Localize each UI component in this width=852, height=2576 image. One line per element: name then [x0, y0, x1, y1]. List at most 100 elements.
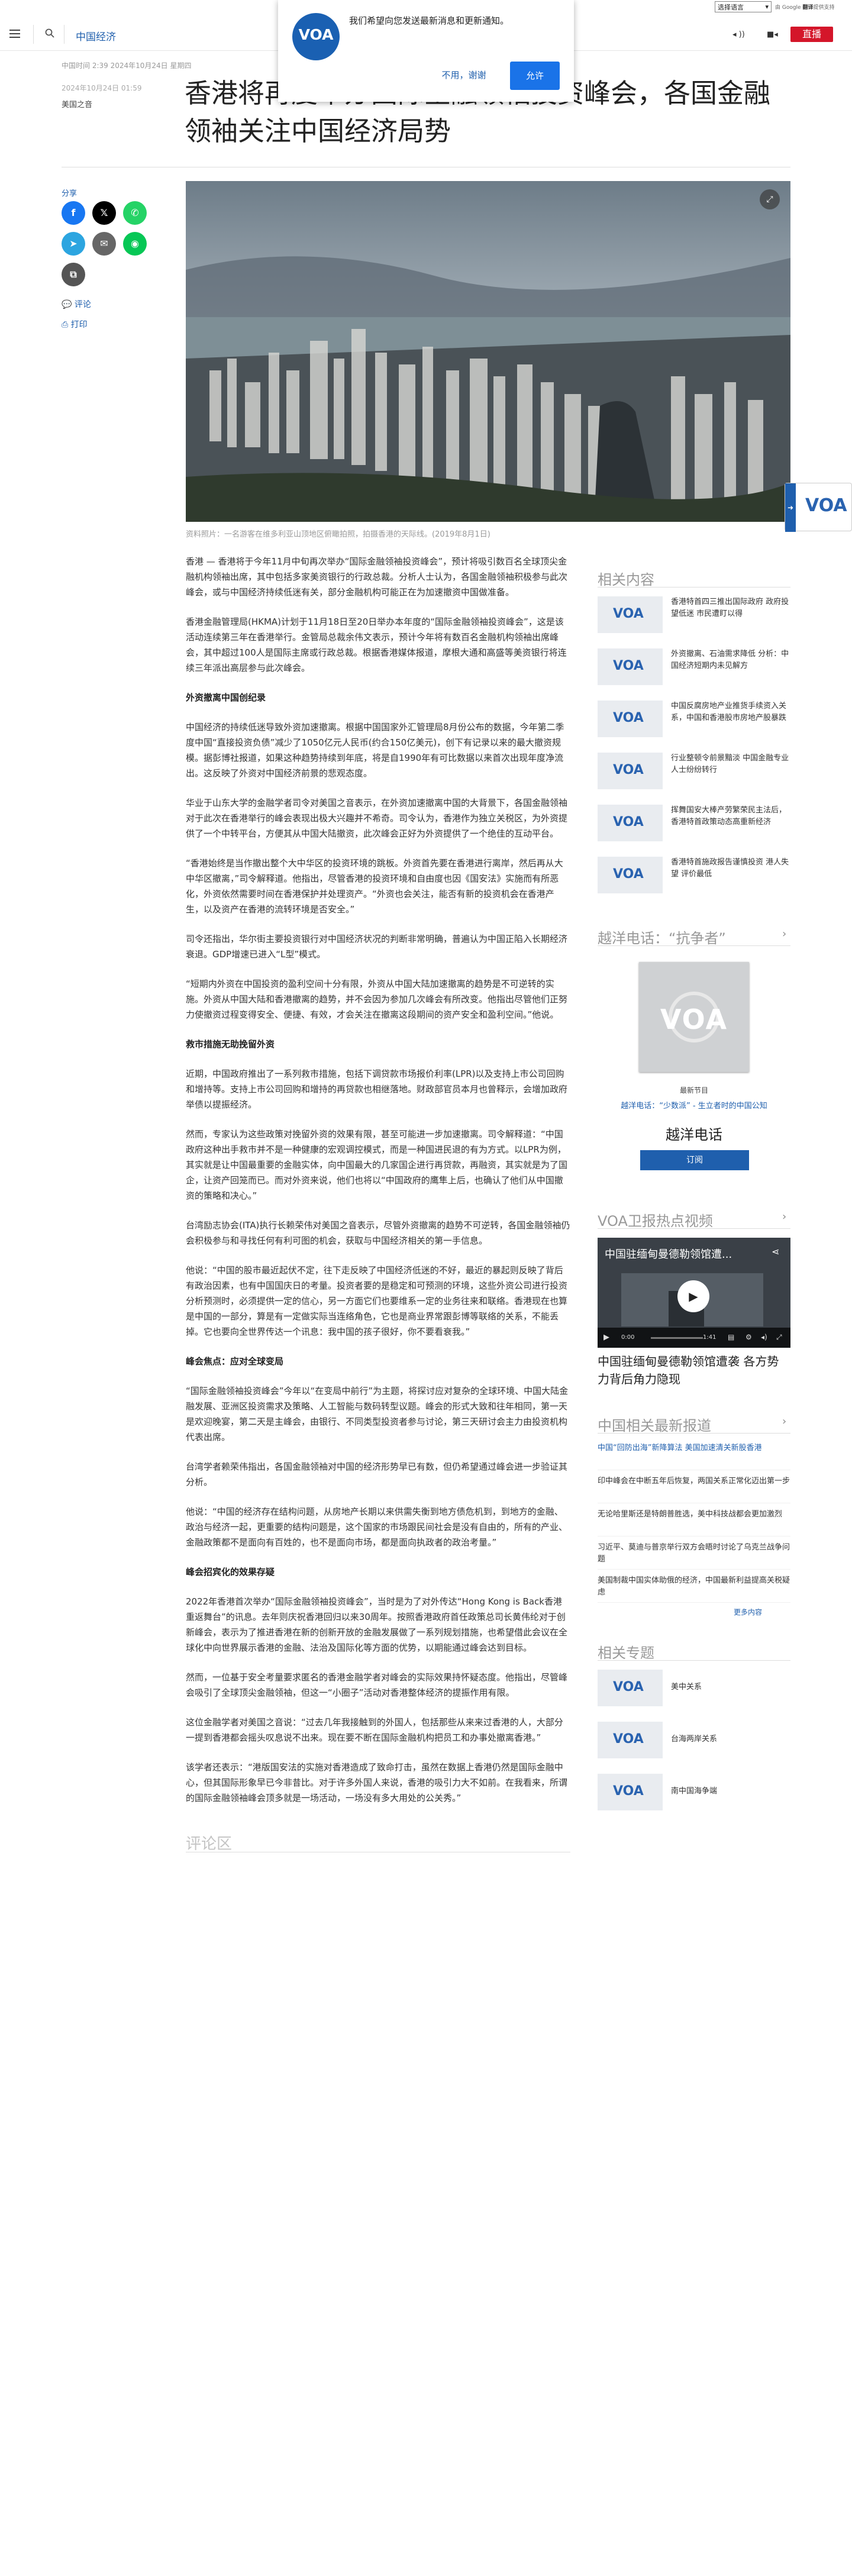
- chevron-right-icon[interactable]: ›: [782, 928, 786, 940]
- language-select[interactable]: 选择语言 ▾: [715, 1, 772, 12]
- x-share-button[interactable]: 𝕏: [92, 201, 116, 225]
- section-heading: 救市措施无助挽留外资: [186, 1039, 275, 1050]
- video-caption[interactable]: 中国驻缅甸曼德勒领馆遭袭 各方势力背后角力隐现: [598, 1352, 790, 1388]
- paragraph: 该学者还表示：“港版国安法的实施对香港造成了致命打击，虽然在数据上香港仍然是国际…: [186, 1762, 568, 1803]
- floating-share-widget[interactable]: ➜ VOA: [785, 483, 852, 532]
- whatsapp-icon: ✆: [131, 207, 139, 218]
- video-divider: [598, 1228, 790, 1229]
- thumbnail: VOA: [598, 857, 663, 893]
- progress-track[interactable]: [651, 1337, 703, 1339]
- cc-icon[interactable]: ▤: [728, 1333, 734, 1341]
- print-link-label: 打印: [70, 320, 88, 330]
- related-item-title: 香港特首四三推出国际政府 政府投望低迷 市民遭盯以得: [671, 598, 789, 618]
- settings-icon[interactable]: ⚙: [746, 1333, 752, 1341]
- related-item-title: 外资撤离、石油需求降低 分析：中国经济短期内未见解方: [671, 650, 789, 670]
- voa-logo: VOA: [613, 1784, 644, 1799]
- search-icon[interactable]: [45, 28, 54, 38]
- paragraph: 这位金融学者对美国之音说：“过去几年我接触到的外国人，包括那些从来来过香港的人，…: [186, 1717, 563, 1743]
- related-item[interactable]: VOA 挥舞国安大棒产劳繁荣民主法后，香港特首政策动态高重新经济: [598, 805, 790, 847]
- live-button[interactable]: 直播: [790, 27, 833, 42]
- video-controls: ▶ 0:00 1:41 ▤ ⚙ ◂) ⤢: [598, 1328, 790, 1348]
- share-label: 分享: [62, 189, 78, 198]
- podcast-heading[interactable]: 越洋电话：“抗争者”: [598, 927, 726, 947]
- thumbnail: VOA: [598, 805, 663, 841]
- topic-item[interactable]: VOA 南中国海争端: [598, 1774, 790, 1816]
- menu-icon[interactable]: [9, 30, 20, 38]
- video-icon[interactable]: ■◂: [767, 30, 778, 39]
- podcast-divider: [598, 945, 790, 946]
- line-share-button[interactable]: ◉: [123, 232, 147, 256]
- related-item[interactable]: VOA 中国反腐房地产业推货手续资入关系，中国和香港股市房地产股暴跌: [598, 701, 790, 743]
- thumbnail: VOA: [598, 701, 663, 737]
- article-body: 香港 — 香港将于今年11月中旬再次举办“国际金融领袖投资峰会”，预计将吸引数百…: [186, 554, 570, 1820]
- play-icon[interactable]: ▶: [677, 1280, 709, 1312]
- share-icon[interactable]: ⋖: [772, 1246, 779, 1257]
- related-item[interactable]: VOA 外资撤离、石油需求降低 分析：中国经济短期内未见解方: [598, 648, 790, 691]
- video-player[interactable]: 中国驻缅甸曼德勒领馆遭... ⋖ ▶ ▶ 0:00 1:41 ▤ ⚙ ◂) ⤢: [598, 1238, 790, 1348]
- news-item[interactable]: 中国“回防出海”新降算法 美国加速清关新股香港: [598, 1442, 790, 1454]
- podcast-latest-label: 最新节目: [679, 1086, 708, 1095]
- news-item[interactable]: 印中峰会在中断五年后恢复，两国关系正常化迈出第一步: [598, 1476, 790, 1487]
- header-divider: [33, 25, 34, 44]
- thumbnail: VOA: [598, 648, 663, 685]
- chevron-right-icon[interactable]: ›: [782, 1210, 786, 1223]
- news-item[interactable]: 美国制裁中国实体助俄的经济，中国最新利益提高关税疑虑: [598, 1575, 790, 1599]
- more-link[interactable]: 更多内容: [734, 1607, 762, 1617]
- fullscreen-icon: ⤢: [766, 195, 773, 204]
- paragraph: “短期内外资在中国投资的盈利空间十分有限，外资从中国大陆加速撤离的趋势是不可逆转…: [186, 979, 568, 1020]
- news-divider: [598, 1602, 790, 1603]
- paragraph: 他说：“中国的股市最近起伏不定，往下走反映了中国经济低迷的不好，最近的暴起则反映…: [186, 1265, 568, 1337]
- news-item[interactable]: 无论哈里斯还是特朗普胜选，美中科技战都会更加激烈: [598, 1509, 790, 1521]
- print-icon: ⎙: [62, 320, 71, 330]
- expand-image-button[interactable]: ⤢: [760, 189, 780, 209]
- paragraph: 近期，中国政府推出了一系列救市措施，包括下调贷款市场报价利率(LPR)以及支持上…: [186, 1069, 568, 1110]
- podcast-episode-link[interactable]: 越洋电话：“少数派” - 生立者时的中国公知: [598, 1099, 790, 1111]
- whatsapp-share-button[interactable]: ✆: [123, 201, 147, 225]
- decline-button[interactable]: 不用，谢谢: [434, 66, 493, 84]
- related-item[interactable]: VOA 行业整顿令前景黯淡 中国金融专业人士纷纷转行: [598, 753, 790, 795]
- thumbnail: VOA: [598, 1774, 663, 1810]
- topic-title: 南中国海争端: [671, 1787, 718, 1796]
- telegram-share-button[interactable]: ➤: [62, 232, 85, 256]
- facebook-share-button[interactable]: f: [62, 201, 85, 225]
- voa-logo: VOA: [292, 13, 340, 60]
- comment-icon: 💬: [62, 300, 75, 309]
- voa-logo: VOA: [660, 1003, 728, 1035]
- voa-logo: VOA: [613, 763, 644, 777]
- email-icon: ✉: [100, 238, 108, 249]
- email-share-button[interactable]: ✉: [92, 232, 116, 256]
- section-link[interactable]: 中国经济: [76, 28, 116, 43]
- podcast-cover[interactable]: VOA: [639, 962, 749, 1072]
- comments-link[interactable]: 💬 评论: [62, 298, 91, 310]
- chevron-right-icon[interactable]: ›: [782, 1415, 786, 1428]
- copy-link-button[interactable]: ⧉: [62, 263, 85, 286]
- play-small-icon[interactable]: ▶: [604, 1333, 609, 1342]
- topic-item[interactable]: VOA 台海两岸关系: [598, 1722, 790, 1764]
- fullscreen-icon[interactable]: ⤢: [776, 1333, 782, 1342]
- section-heading: 峰会招宾化的效果存疑: [186, 1567, 275, 1577]
- thumbnail: VOA: [598, 596, 663, 633]
- video-heading[interactable]: VOA卫报热点视频: [598, 1209, 713, 1230]
- subscribe-button[interactable]: 订阅: [640, 1150, 749, 1170]
- related-item[interactable]: VOA 香港特首四三推出国际政府 政府投望低迷 市民遭盯以得: [598, 596, 790, 639]
- related-item[interactable]: VOA 香港特首施政报告谨慎投资 港人失望 评价最低: [598, 857, 790, 899]
- audio-icon[interactable]: ◂ )): [732, 30, 745, 39]
- arrow-right-icon[interactable]: ➜: [785, 483, 796, 532]
- paragraph: 香港金融管理局(HKMA)计划于11月18日至20日举办本年度的“国际金融领袖投…: [186, 616, 567, 673]
- topic-title: 台海两岸关系: [671, 1735, 718, 1744]
- news-heading[interactable]: 中国相关最新报道: [598, 1414, 711, 1435]
- comments-heading: 评论区: [186, 1835, 233, 1853]
- popup-message: 我们希望向您发送最新消息和更新通知。: [349, 15, 509, 26]
- print-link[interactable]: ⎙ 打印: [62, 318, 88, 330]
- voa-logo: VOA: [613, 1732, 644, 1747]
- news-item[interactable]: 习近平、莫迪与普京举行双方会晤时讨论了乌克兰战争问题: [598, 1542, 790, 1565]
- related-item-title: 中国反腐房地产业推货手续资入关系，中国和香港股市房地产股暴跌: [671, 702, 787, 722]
- related-item-title: 香港特首施政报告谨慎投资 港人失望 评价最低: [671, 858, 789, 879]
- accept-button[interactable]: 允许: [510, 62, 560, 90]
- x-icon: 𝕏: [100, 207, 108, 218]
- topic-item[interactable]: VOA 美中关系: [598, 1670, 790, 1712]
- paragraph: 华业于山东大学的金融学者司令对美国之音表示，在外资加速撤离中国的大背景下，各国金…: [186, 798, 568, 839]
- author[interactable]: 美国之音: [62, 98, 92, 109]
- voa-logo: VOA: [613, 1680, 644, 1694]
- volume-icon[interactable]: ◂): [761, 1333, 767, 1341]
